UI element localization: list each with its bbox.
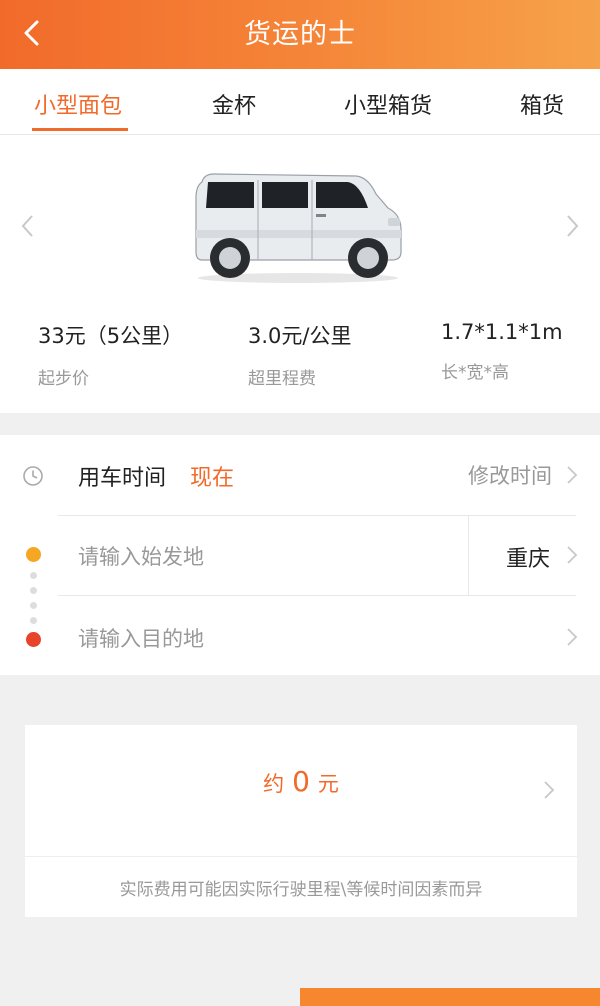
spec-dimensions: 1.7*1.1*1m 长*宽*高 (441, 320, 563, 383)
divider (468, 515, 469, 595)
time-row[interactable]: 用车时间 现在 修改时间 (0, 435, 600, 515)
spec-value: 1.7*1.1*1m (441, 320, 563, 344)
spec-label: 超里程费 (248, 369, 316, 389)
destination-row: 请输入目的地 (0, 595, 600, 675)
origin-row: 请输入始发地 重庆 (0, 515, 600, 595)
spec-start-price: 33元（5公里） 起步价 (38, 320, 183, 389)
destination-input[interactable]: 请输入目的地 (78, 623, 204, 653)
modify-time-link[interactable]: 修改时间 (468, 460, 552, 490)
estimate-prefix: 约 (263, 772, 285, 796)
route-connector-dot (30, 572, 37, 579)
time-value: 现在 (190, 466, 235, 491)
spec-label: 起步价 (38, 369, 89, 389)
route-connector-dot (30, 587, 37, 594)
tab-jinbei[interactable]: 金杯 (212, 69, 256, 135)
vehicle-tabs: 小型面包 金杯 小型箱货 箱货 (0, 69, 600, 135)
origin-input[interactable]: 请输入始发地 (78, 541, 204, 571)
chevron-right-icon (567, 466, 578, 484)
chevron-right-icon (544, 781, 555, 799)
estimate-note: 实际费用可能因实际行驶里程\等候时间因素而异 (119, 880, 483, 900)
spec-value: 33元（5公里） (38, 324, 184, 348)
origin-dot (26, 547, 41, 562)
clock-icon (23, 466, 43, 486)
estimate-amount: 0 (292, 765, 310, 798)
van-image (195, 173, 402, 283)
tab-small-box-truck[interactable]: 小型箱货 (344, 69, 432, 135)
tab-small-van[interactable]: 小型面包 (34, 69, 122, 135)
fare-estimate-card[interactable]: 约0元 实际费用可能因实际行驶里程\等候时间因素而异 (25, 725, 577, 917)
estimate-unit: 元 (317, 772, 339, 796)
chevron-left-icon[interactable] (18, 211, 38, 241)
city-selector[interactable]: 重庆 (506, 541, 550, 573)
page-title: 货运的士 (244, 19, 356, 50)
destination-dot (26, 632, 41, 647)
booking-form: 用车时间 现在 修改时间 请输入始发地 重庆 请输入目的地 (0, 435, 600, 675)
spec-label: 长*宽*高 (441, 363, 509, 383)
app-header: 货运的士 (0, 0, 600, 69)
active-tab-indicator (32, 128, 128, 131)
submit-button[interactable] (300, 988, 600, 1006)
time-label: 用车时间 (78, 466, 167, 491)
fare-estimate: 约0元 (25, 765, 577, 798)
divider (25, 856, 577, 857)
spec-extra-mileage: 3.0元/公里 超里程费 (248, 320, 351, 389)
chevron-right-icon[interactable] (562, 211, 582, 241)
chevron-right-icon[interactable] (566, 627, 578, 647)
spec-value: 3.0元/公里 (248, 324, 352, 348)
chevron-right-icon (567, 546, 578, 564)
tab-box-truck[interactable]: 箱货 (520, 69, 564, 135)
vehicle-panel: 33元（5公里） 起步价 3.0元/公里 超里程费 1.7*1.1*1m 长*宽… (0, 135, 600, 413)
